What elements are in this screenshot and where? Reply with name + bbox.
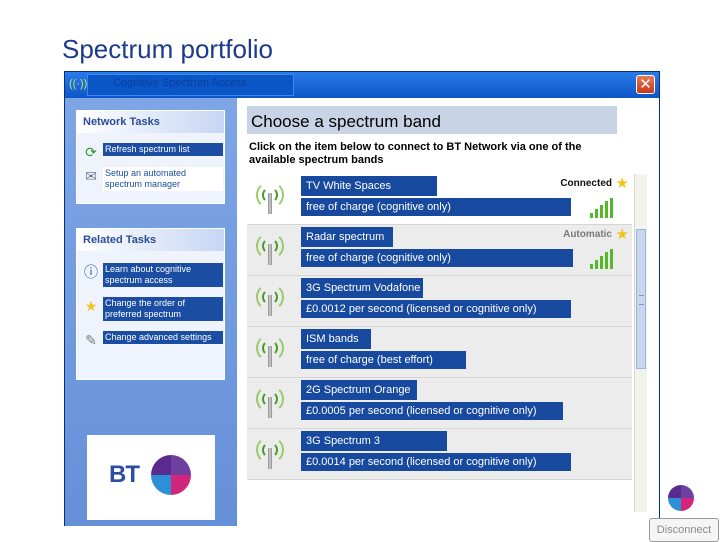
network-tasks-panel: Network Tasks ⟳ Refresh spectrum list ✉ …: [76, 110, 225, 204]
task-label: Learn about cognitive spectrum access: [103, 263, 223, 287]
band-detail: free of charge (cognitive only): [301, 249, 573, 267]
antenna-icon: [255, 334, 285, 367]
refresh-icon: ⟳: [85, 144, 97, 160]
spectrum-band-list: TV White Spaces free of charge (cognitiv…: [247, 174, 632, 512]
network-tasks-heading: Network Tasks: [77, 111, 224, 133]
bt-logo-text: BT: [109, 461, 140, 488]
task-sidebar: Network Tasks ⟳ Refresh spectrum list ✉ …: [65, 98, 237, 526]
band-row-3g-vodafone[interactable]: 3G Spectrum Vodafone £0.0012 per second …: [247, 276, 632, 327]
bt-globe-icon: [151, 455, 191, 495]
instructions-text: Click on the item below to connect to BT…: [249, 141, 582, 166]
band-name: 3G Spectrum Vodafone: [301, 278, 423, 298]
band-detail: free of charge (best effort): [301, 351, 466, 369]
bt-logo: BT: [87, 435, 215, 520]
band-name: 3G Spectrum 3: [301, 431, 447, 451]
bt-corner-globe-icon: [668, 485, 694, 511]
band-name: 2G Spectrum Orange: [301, 380, 417, 400]
related-tasks-heading: Related Tasks: [77, 229, 224, 251]
band-name: Radar spectrum: [301, 227, 393, 247]
task-label: Change advanced settings: [103, 331, 223, 344]
setup-wizard-icon: ✉: [85, 168, 97, 184]
scrollbar-thumb[interactable]: [636, 229, 646, 369]
band-detail: £0.0012 per second (licensed or cognitiv…: [301, 300, 571, 318]
band-detail: free of charge (cognitive only): [301, 198, 571, 216]
band-row-3g-3[interactable]: 3G Spectrum 3 £0.0014 per second (licens…: [247, 429, 632, 480]
window-titlebar: ((·)) Cognitive Spectrum Access ✕: [65, 72, 659, 98]
page-heading: Choose a spectrum band: [251, 112, 441, 131]
antenna-icon: [255, 436, 285, 469]
close-button[interactable]: ✕: [636, 75, 655, 94]
star-icon: ★: [84, 298, 98, 314]
band-detail: £0.0014 per second (licensed or cognitiv…: [301, 453, 571, 471]
signal-strength-icon: [590, 249, 616, 269]
task-label: Refresh spectrum list: [103, 143, 223, 156]
band-row-ism[interactable]: ISM bands free of charge (best effort): [247, 327, 632, 378]
slide-title: Spectrum portfolio: [62, 34, 273, 64]
band-detail: £0.0005 per second (licensed or cognitiv…: [301, 402, 563, 420]
list-scrollbar[interactable]: [634, 174, 647, 512]
disconnect-button[interactable]: Disconnect: [649, 518, 719, 542]
settings-icon: ✎: [85, 332, 97, 348]
antenna-icon: [255, 283, 285, 316]
signal-strength-icon: [590, 198, 616, 218]
band-row-2g-orange[interactable]: 2G Spectrum Orange £0.0005 per second (l…: [247, 378, 632, 429]
preferred-star-icon: ★: [615, 226, 629, 243]
main-pane: Choose a spectrum band Click on the item…: [237, 98, 719, 542]
wireless-antenna-icon: ((·)): [69, 78, 88, 90]
related-tasks-panel: Related Tasks ⓘ Learn about cognitive sp…: [76, 228, 225, 380]
preferred-star-icon: ★: [615, 175, 629, 192]
task-label: Change the order of preferred spectrum: [103, 297, 223, 321]
antenna-icon: [255, 385, 285, 418]
band-row-radar[interactable]: Radar spectrum free of charge (cognitive…: [247, 225, 632, 276]
task-label: Setup an automated spectrum manager: [103, 167, 223, 191]
wireless-connection-window: ((·)) Cognitive Spectrum Access ✕ Networ…: [64, 71, 719, 542]
band-name: ISM bands: [301, 329, 371, 349]
window-title: Cognitive Spectrum Access: [113, 77, 247, 89]
info-icon: ⓘ: [84, 264, 98, 280]
band-name: TV White Spaces: [301, 176, 437, 196]
connection-status: Connected: [560, 178, 612, 189]
antenna-icon: [255, 181, 285, 214]
band-row-tv-white-spaces[interactable]: TV White Spaces free of charge (cognitiv…: [247, 174, 632, 225]
antenna-icon: [255, 232, 285, 265]
connection-status: Automatic: [563, 229, 612, 240]
